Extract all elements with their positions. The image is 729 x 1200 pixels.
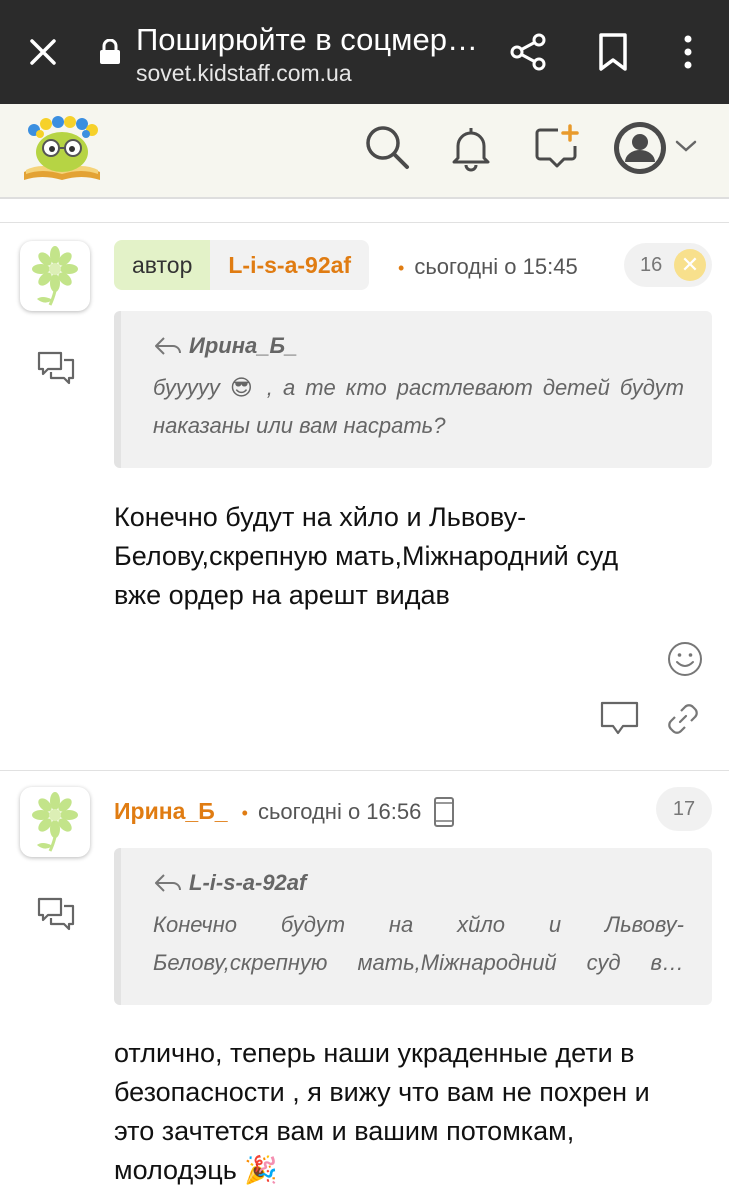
chevron-down-icon[interactable] xyxy=(674,136,698,156)
post-number-badge[interactable]: 17 xyxy=(656,787,712,831)
page-title: Поширюйте в соцмер… xyxy=(136,22,476,57)
reply-arrow-icon xyxy=(155,874,181,892)
flower-avatar-icon xyxy=(32,246,78,306)
quote-text-line: наказаны или вам насрать? xyxy=(153,413,446,438)
new-message-icon[interactable] xyxy=(532,122,582,172)
browser-toolbar: Поширюйте в соцмер… sovet.kidstaff.com.u… xyxy=(0,0,729,104)
quote-text-line: Конечно будут на хйло и Львову- xyxy=(153,912,684,937)
page-url[interactable]: sovet.kidstaff.com.ua xyxy=(136,60,352,87)
quote-block: Ирина_Б_ бууууу 😎 , а те кто растлевают … xyxy=(114,311,712,468)
quote-author-name: L-i-s-a-92af xyxy=(189,870,307,895)
share-icon[interactable] xyxy=(508,32,548,72)
post-author-nick[interactable]: Ирина_Б_ xyxy=(114,798,228,824)
user-avatar-icon[interactable] xyxy=(612,120,668,176)
reply-icon[interactable] xyxy=(36,350,76,386)
close-icon[interactable] xyxy=(22,31,64,73)
reaction-smiley-icon[interactable] xyxy=(666,640,704,678)
post-avatar[interactable] xyxy=(20,241,90,311)
post-number: 17 xyxy=(672,798,696,820)
post-timestamp: • сьогодні о 15:45 xyxy=(398,254,578,279)
post-body-line: Белову,скрепную мать,Міжнародний суд xyxy=(114,541,619,571)
lock-icon xyxy=(100,39,120,64)
search-icon[interactable] xyxy=(362,122,412,172)
reply-comment-icon[interactable] xyxy=(599,700,641,738)
post-body-line: безопасности , я вижу что вам не похрен … xyxy=(114,1077,650,1107)
post-body-line: это зачтется вам и вашим потомкам, xyxy=(114,1116,575,1146)
post-time: сьогодні о 15:45 xyxy=(414,254,578,279)
post-time: сьогодні о 16:56 xyxy=(257,799,422,824)
post-number-badge[interactable]: 16 ✕ xyxy=(624,243,712,287)
post-body: Конечно будут на хйло и Львову- Белову,с… xyxy=(114,498,704,615)
post-body: отлично, теперь наши украденные дети в б… xyxy=(114,1034,714,1190)
flower-avatar-icon xyxy=(32,792,78,852)
site-header xyxy=(0,104,729,199)
more-options-icon[interactable] xyxy=(676,32,700,72)
reply-arrow-icon xyxy=(155,337,181,355)
quote-author[interactable]: Ирина_Б_ xyxy=(153,333,684,359)
post-avatar[interactable] xyxy=(20,787,90,857)
author-role-label: автор xyxy=(114,240,211,290)
permalink-icon[interactable] xyxy=(666,702,700,736)
post-body-line: вже ордер на арешт видав xyxy=(114,580,450,610)
close-icon[interactable]: ✕ xyxy=(674,249,706,281)
post-body-line: Конечно будут на хйло и Львову- xyxy=(114,502,527,532)
quote-block: L-i-s-a-92af Конечно будут на хйло и Льв… xyxy=(114,848,712,1005)
post-divider xyxy=(0,222,729,223)
post-number: 16 xyxy=(640,254,663,276)
mobile-device-icon xyxy=(434,797,454,827)
quote-author[interactable]: L-i-s-a-92af xyxy=(153,870,684,896)
quote-text-line: бууууу 😎 , а те кто растлевают детей буд… xyxy=(153,375,684,400)
post-divider xyxy=(0,770,729,771)
post-body-line: молодэць 🎉 xyxy=(114,1155,278,1185)
quote-author-name: Ирина_Б_ xyxy=(189,333,298,358)
quote-text-line: Белову,скрепную мать,Міжнародний суд в… xyxy=(153,950,684,975)
post-author-nick[interactable]: L-i-s-a-92af xyxy=(210,240,370,290)
notifications-bell-icon[interactable] xyxy=(446,122,496,172)
post-meta: Ирина_Б_ • сьогодні о 16:56 xyxy=(114,798,422,824)
reply-icon[interactable] xyxy=(36,896,76,932)
bookmark-icon[interactable] xyxy=(597,32,629,72)
site-logo[interactable] xyxy=(20,114,104,186)
post-body-line: отлично, теперь наши украденные дети в xyxy=(114,1038,635,1068)
author-badge: автор L-i-s-a-92af xyxy=(114,240,370,290)
